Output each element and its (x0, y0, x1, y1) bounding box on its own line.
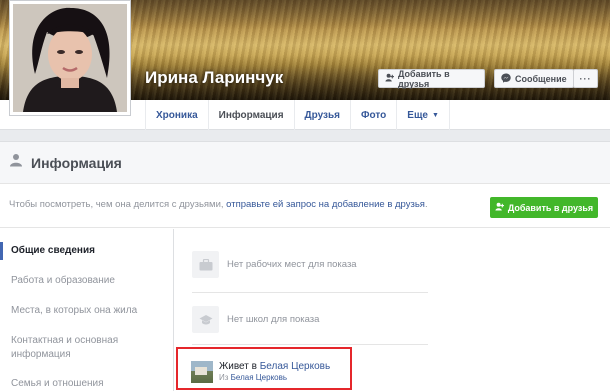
lives-prefix: Живет в (219, 361, 260, 372)
tab-label: Друзья (304, 109, 341, 121)
nav-item-contact-info[interactable]: Контактная и основная (11, 334, 118, 348)
profile-name[interactable]: Ирина Ларинчук (145, 68, 283, 88)
add-friend-icon (385, 73, 395, 84)
tab-label: Хроника (156, 109, 198, 121)
tab-more[interactable]: Еще ▼ (397, 100, 450, 130)
notice-text: Чтобы посмотреть, чем она делится с друз… (9, 199, 428, 210)
nav-item-work-education[interactable]: Работа и образование (11, 274, 115, 288)
from-prefix: Из (219, 373, 231, 382)
add-friend-green-button[interactable]: Добавить в друзья (490, 197, 598, 218)
avatar-photo (13, 4, 127, 112)
add-friend-green-label: Добавить в друзья (507, 202, 594, 213)
nav-item-overview[interactable]: Общие сведения (11, 244, 95, 258)
lives-in-line: Живет в Белая Церковь (219, 361, 330, 373)
row-separator (192, 344, 428, 345)
add-friend-label: Добавить в друзья (398, 68, 450, 89)
person-icon (9, 153, 23, 172)
lives-in-row: Живет в Белая Церковь Из Белая Церковь (191, 361, 330, 383)
tab-timeline[interactable]: Хроника (145, 100, 209, 130)
tab-friends[interactable]: Друзья (295, 100, 352, 130)
school-row: Нет школ для показа (192, 306, 319, 333)
from-line: Из Белая Церковь (219, 373, 330, 383)
work-row: Нет рабочих мест для показа (192, 251, 357, 278)
nav-item-places-lived[interactable]: Места, в которых она жила (11, 304, 137, 318)
tab-label: Информация (218, 109, 284, 121)
lives-city-link[interactable]: Белая Церковь (260, 361, 330, 372)
avatar-portrait (13, 4, 127, 112)
graduation-cap-icon (192, 306, 219, 333)
caret-down-icon: ▼ (431, 111, 439, 119)
send-request-link[interactable]: отправьте ей запрос на добавление в друз… (226, 199, 425, 210)
add-friend-icon (495, 202, 504, 213)
nav-item-family-relationships[interactable]: Семья и отношения (11, 377, 104, 391)
message-button[interactable]: Сообщение (494, 69, 574, 88)
nav-item-contact-info-cont[interactable]: информация (11, 348, 71, 362)
add-friend-button[interactable]: Добавить в друзья (378, 68, 485, 89)
notice-suffix: . (424, 199, 428, 210)
row-separator (192, 292, 428, 293)
more-dots-icon: ··· (579, 73, 592, 84)
tab-label: Фото (361, 109, 387, 121)
from-city-link[interactable]: Белая Церковь (231, 373, 287, 382)
tab-about[interactable]: Информация (209, 100, 295, 130)
notice-prefix: Чтобы посмотреть, чем она делится с друз… (9, 199, 227, 210)
work-empty-text: Нет рабочих мест для показа (227, 259, 357, 270)
message-label: Сообщение (515, 73, 567, 84)
more-button[interactable]: ··· (573, 69, 598, 88)
lives-in-text: Живет в Белая Церковь Из Белая Церковь (219, 361, 330, 383)
tab-label: Еще (407, 109, 428, 121)
tab-photos[interactable]: Фото (351, 100, 398, 130)
avatar[interactable] (9, 0, 131, 116)
school-empty-text: Нет школ для показа (227, 314, 320, 325)
messenger-icon (501, 73, 511, 85)
tabs: Хроника Информация Друзья Фото Еще ▼ (145, 100, 450, 130)
nav-active-indicator (0, 242, 3, 260)
info-title: Информация (31, 154, 122, 171)
city-thumbnail[interactable] (191, 361, 213, 383)
info-header: Информация (0, 142, 610, 184)
briefcase-icon (192, 251, 219, 278)
